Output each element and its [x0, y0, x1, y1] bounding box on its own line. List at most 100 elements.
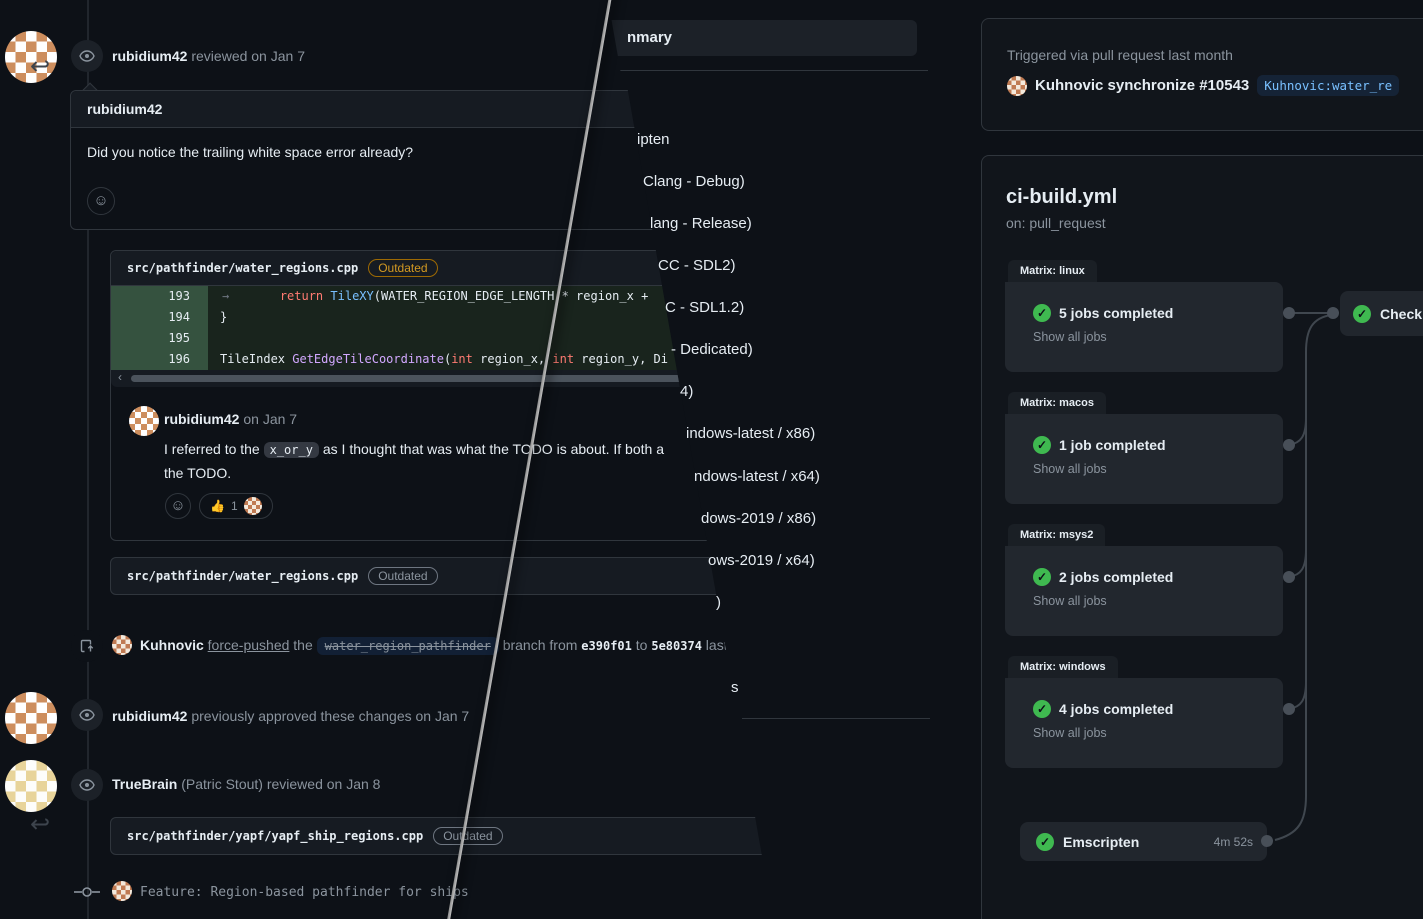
outdated-badge: Outdated	[368, 567, 437, 585]
comment-date: on Jan 7	[239, 411, 297, 427]
reply-arrow-icon: ↩	[30, 810, 50, 839]
review-author-link[interactable]: rubidium42	[112, 48, 187, 64]
inline-code: x_or_y	[264, 442, 319, 458]
matrix-card-macos[interactable]: ✓ 1 job completed Show all jobs	[1005, 414, 1283, 504]
avatar[interactable]	[5, 692, 57, 744]
avatar[interactable]	[112, 881, 132, 901]
line-number: 195	[111, 328, 208, 349]
commit-hash-link[interactable]: e390f01	[581, 639, 632, 653]
code-token: GetEdgeTileCoordinate	[292, 352, 444, 366]
review-author-link[interactable]: TrueBrain	[112, 776, 177, 792]
code-token: TileXY	[330, 289, 373, 303]
code-token: TileIndex	[220, 352, 292, 366]
jobs-status: 1 job completed	[1059, 437, 1166, 453]
show-all-jobs-link[interactable]: Show all jobs	[1005, 718, 1283, 740]
commit-hash-link[interactable]: 5e80374	[651, 639, 702, 653]
code-token: int	[451, 352, 473, 366]
event-text: branch from	[499, 637, 581, 653]
comment-text: as I thought that was what the TODO is a…	[319, 441, 664, 457]
show-all-jobs-link[interactable]: Show all jobs	[1005, 322, 1283, 344]
connector-dot	[1283, 703, 1295, 715]
connector-dot	[1283, 439, 1295, 451]
file-path[interactable]: src/pathfinder/yapf/yapf_ship_regions.cp…	[127, 829, 423, 843]
eye-icon	[71, 40, 103, 72]
reactor-avatar	[244, 497, 262, 515]
line-number: 196	[111, 349, 208, 370]
outdated-badge: Outdated	[368, 259, 437, 277]
force-push-icon	[71, 630, 103, 662]
avatar[interactable]	[129, 406, 159, 436]
add-reaction-button[interactable]: ☺	[87, 187, 115, 215]
avatar[interactable]	[112, 635, 132, 655]
connector-dot	[1283, 307, 1295, 319]
review-event: rubidium42 reviewed on Jan 7	[112, 48, 305, 64]
matrix-tab-msys2: Matrix: msys2	[1008, 524, 1105, 546]
matrix-tab-macos: Matrix: macos	[1008, 392, 1106, 414]
job-label: Emscripten	[1063, 834, 1139, 850]
thumbs-up-icon: 👍	[210, 499, 225, 513]
code-token: region_y, Di	[574, 352, 668, 366]
code-token: region_x,	[473, 352, 552, 366]
comment-text: the TODO.	[164, 465, 231, 481]
job-duration: 4m 52s	[1214, 835, 1267, 849]
push-author-link[interactable]: Kuhnovic	[140, 637, 204, 653]
line-number: 194	[111, 307, 208, 328]
review-author-link[interactable]: rubidium42	[112, 708, 187, 724]
job-node-emscripten[interactable]: ✓ Emscripten 4m 52s	[1020, 822, 1267, 861]
success-check-icon: ✓	[1033, 700, 1051, 718]
file-path[interactable]: src/pathfinder/water_regions.cpp	[127, 569, 358, 583]
success-check-icon: ✓	[1353, 305, 1371, 323]
job-node-check-annotations[interactable]: ✓ Check An	[1340, 291, 1423, 336]
reaction-count: 1	[231, 499, 238, 513]
review-action-text: (Patric Stout) reviewed on Jan 8	[177, 776, 380, 792]
code-token: (WATER_REGION_EDGE_LENGTH * region_x +	[374, 289, 656, 303]
eye-icon	[71, 769, 103, 801]
connector-dot	[1283, 571, 1295, 583]
code-token: int	[552, 352, 574, 366]
commit-icon	[74, 884, 100, 905]
add-reaction-button[interactable]: ☺	[165, 493, 191, 519]
matrix-tab-windows: Matrix: windows	[1008, 656, 1118, 678]
connector-dot	[1261, 835, 1273, 847]
branch-badge: water_region_pathfinder	[317, 637, 499, 655]
jobs-status: 4 jobs completed	[1059, 701, 1173, 717]
comment-author[interactable]: rubidium42	[164, 411, 239, 427]
show-all-jobs-link[interactable]: Show all jobs	[1005, 586, 1283, 608]
scroll-left-arrow[interactable]: ‹	[118, 370, 122, 384]
success-check-icon: ✓	[1033, 304, 1051, 322]
commit-message-link[interactable]: Feature: Region-based pathfinder for shi…	[140, 885, 469, 900]
jobs-status: 5 jobs completed	[1059, 305, 1173, 321]
matrix-card-linux[interactable]: ✓ 5 jobs completed Show all jobs	[1005, 282, 1283, 372]
success-check-icon: ✓	[1033, 568, 1051, 586]
show-all-jobs-link[interactable]: Show all jobs	[1005, 454, 1283, 476]
event-text: the	[289, 637, 316, 653]
comment-author[interactable]: rubidium42	[87, 101, 162, 117]
avatar[interactable]	[5, 760, 57, 812]
matrix-card-msys2[interactable]: ✓ 2 jobs completed Show all jobs	[1005, 546, 1283, 636]
review-action-text: reviewed on Jan 7	[187, 48, 305, 64]
line-number: 193	[111, 286, 208, 307]
code-token: return	[280, 289, 323, 303]
force-pushed-link[interactable]: force-pushed	[208, 637, 290, 653]
connector-dot	[1327, 307, 1339, 319]
matrix-card-windows[interactable]: ✓ 4 jobs completed Show all jobs	[1005, 678, 1283, 768]
file-path[interactable]: src/pathfinder/water_regions.cpp	[127, 261, 358, 275]
inline-comment-header: rubidium42 on Jan 7	[164, 411, 297, 427]
success-check-icon: ✓	[1033, 436, 1051, 454]
event-text: to	[632, 637, 651, 653]
job-label: Check An	[1380, 306, 1423, 322]
force-push-event: Kuhnovic force-pushed the water_region_p…	[140, 637, 728, 653]
reaction-pill[interactable]: 👍 1	[199, 493, 273, 519]
success-check-icon: ✓	[1036, 833, 1054, 851]
github-pr-checks-page: { "timeline": { "review1": { "author": "…	[0, 0, 1423, 919]
comment-text: I referred to the	[164, 441, 264, 457]
outdated-badge: Outdated	[433, 827, 502, 845]
eye-icon	[71, 699, 103, 731]
review-action-text: previously approved these changes on Jan…	[187, 708, 469, 724]
matrix-tab-linux: Matrix: linux	[1008, 260, 1097, 282]
reply-arrow-icon: ↩	[30, 52, 50, 81]
review-event: rubidium42 previously approved these cha…	[112, 708, 469, 724]
review-event: TrueBrain (Patric Stout) reviewed on Jan…	[112, 776, 380, 792]
code-token: }	[208, 307, 227, 328]
jobs-status: 2 jobs completed	[1059, 569, 1173, 585]
